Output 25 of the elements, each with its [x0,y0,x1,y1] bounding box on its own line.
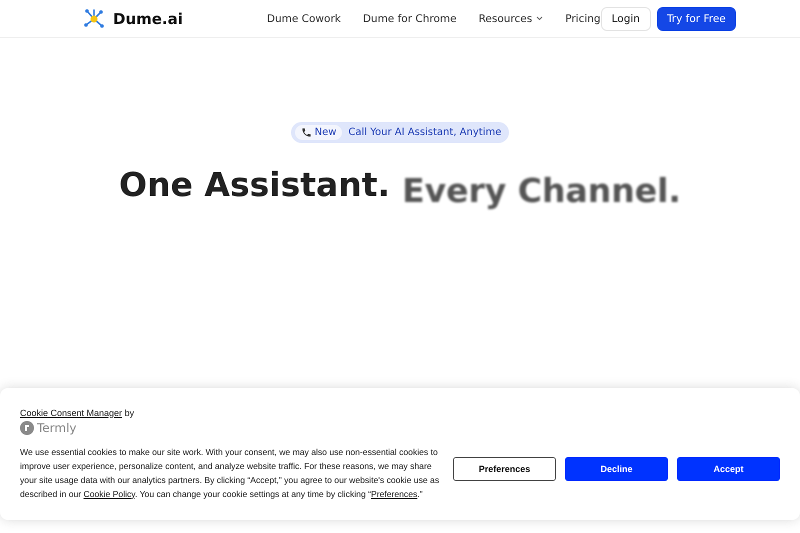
by-label: by [124,408,134,418]
nav-link[interactable]: Dume Cowork [266,12,341,24]
chevron-down-icon [536,16,544,21]
consent-button[interactable]: Accept [677,457,780,481]
termly-logo-icon [20,420,34,434]
headline-text: One Assistant. [119,165,390,206]
policy-link[interactable]: Preferences [370,488,418,498]
login-button[interactable]: Login [600,6,651,30]
nav-link[interactable]: Pricing [565,12,601,24]
nav-link[interactable]: Dume for Chrome [362,12,457,24]
consent-button[interactable]: Preferences [453,457,556,481]
brand-name[interactable]: Dume.ai [113,10,183,28]
cookie-notice-text: We use essential cookies to make our site work. With your consent, we may also use non-essential cookies to improve user experience, personalize content, and analyze website traffic. For these reasons, we may share your site usage data with our analytics partners. By clicking “Accept,” you agree to our website's cookie use as described in our Cookie Policy. You can change your cookie settings at any time by clicking “Preferences.” [20,446,440,500]
provider-name: Termly [37,420,77,434]
headline-text: Every Channel. [402,171,681,210]
consent-manager-link[interactable]: Cookie Consent Manager [20,408,122,418]
badge-text: Call Your AI Assistant, Anytime [348,127,502,138]
policy-link[interactable]: Cookie Policy [84,488,135,498]
announcement-badge[interactable]: New Call Your AI Assistant, Anytime [290,122,510,143]
nav-link[interactable]: Resources [478,12,544,24]
logo-icon [83,8,105,30]
phone-icon [300,127,312,138]
new-label: New [314,127,336,138]
consent-button[interactable]: Decline [565,457,668,481]
try-for-free-button[interactable]: Try for Free [656,6,736,30]
